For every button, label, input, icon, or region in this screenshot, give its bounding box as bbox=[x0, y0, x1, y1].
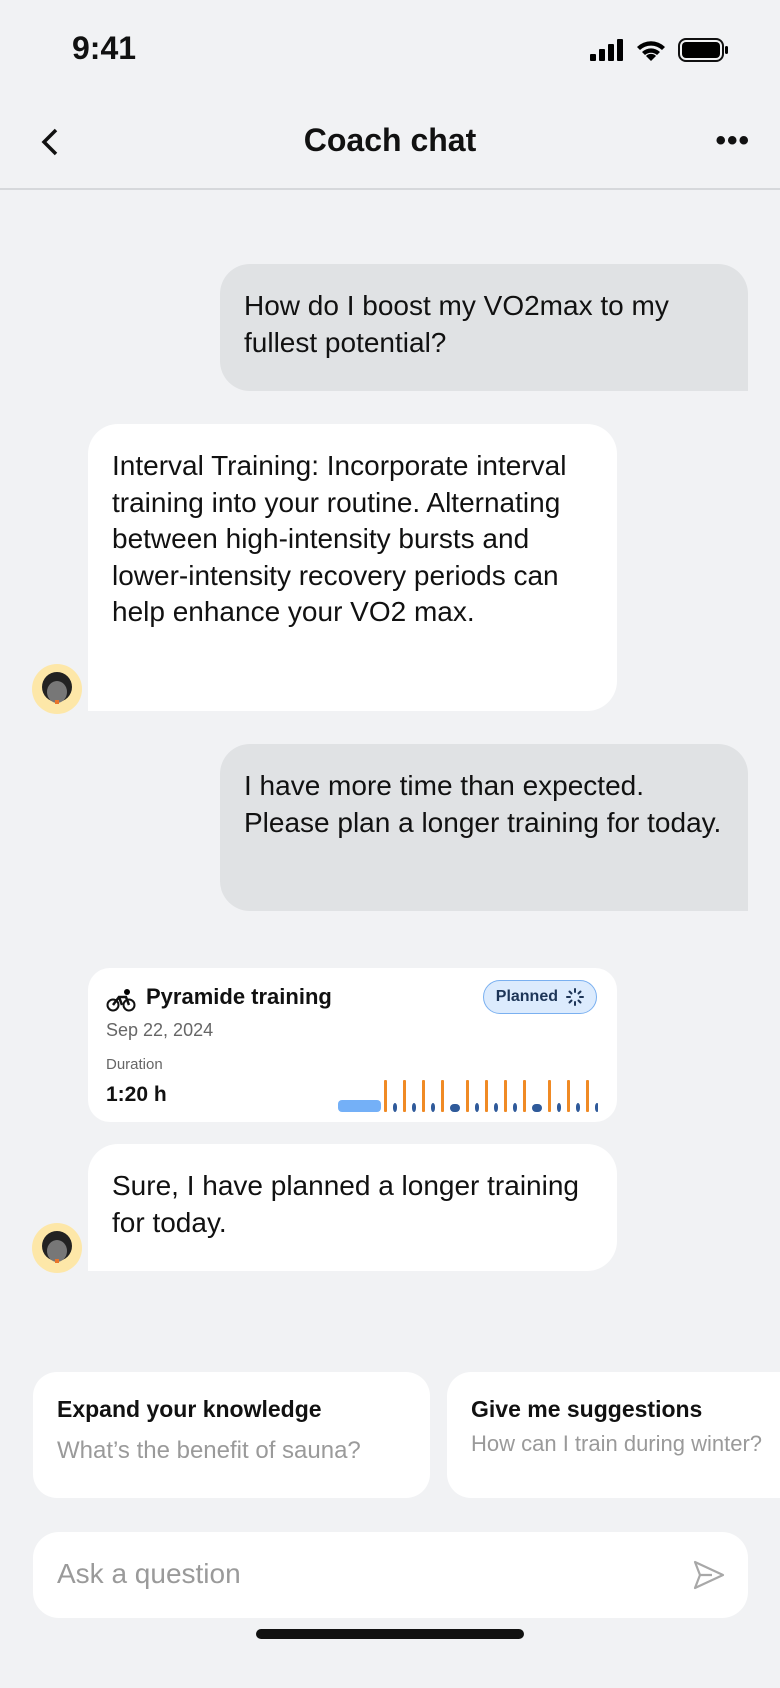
profile-segment-interval bbox=[485, 1080, 488, 1112]
profile-segment-warmup bbox=[338, 1100, 381, 1112]
profile-segment-interval bbox=[441, 1080, 444, 1112]
user-message: How do I boost my VO2max to my fullest p… bbox=[220, 264, 748, 391]
coach-avatar bbox=[32, 1223, 82, 1273]
workout-profile bbox=[338, 1080, 598, 1112]
coach-message: Interval Training: Incorporate interval … bbox=[88, 424, 617, 711]
workout-card[interactable]: Pyramide training Planned Sep 22, 2024 D… bbox=[88, 968, 617, 1122]
loading-spinner-icon bbox=[566, 988, 584, 1006]
duration-label: Duration bbox=[106, 1056, 163, 1073]
profile-segment-interval bbox=[422, 1080, 425, 1112]
status-label: Planned bbox=[495, 988, 558, 1005]
question-input[interactable]: Ask a question bbox=[33, 1532, 748, 1618]
bicycle-icon bbox=[106, 989, 136, 1012]
profile-segment-recovery bbox=[431, 1103, 435, 1112]
profile-segment-recovery bbox=[557, 1103, 561, 1112]
wifi-icon bbox=[637, 41, 665, 61]
suggestion-title: Expand your knowledge bbox=[57, 1396, 322, 1422]
profile-segment-recovery bbox=[412, 1103, 416, 1112]
coach-message: Sure, I have planned a longer training f… bbox=[88, 1144, 617, 1271]
user-message: I have more time than expected. Please p… bbox=[220, 744, 748, 911]
profile-segment-recovery bbox=[595, 1103, 598, 1112]
suggestion-card[interactable]: Expand your knowledge What’s the benefit… bbox=[33, 1372, 430, 1498]
profile-segment-interval bbox=[384, 1080, 387, 1112]
battery-icon bbox=[678, 38, 728, 62]
profile-segment-recovery bbox=[393, 1103, 397, 1112]
more-horizontal-icon: ••• bbox=[715, 124, 750, 157]
signal-icon bbox=[590, 39, 623, 61]
status-badge: Planned bbox=[482, 980, 597, 1014]
suggestion-subtitle: How can I train during winter? bbox=[471, 1431, 763, 1456]
profile-segment-recovery bbox=[494, 1103, 498, 1112]
more-button[interactable]: ••• bbox=[715, 124, 750, 158]
status-icons bbox=[590, 38, 730, 62]
send-icon bbox=[693, 1560, 725, 1590]
profile-segment-rest bbox=[532, 1104, 542, 1112]
profile-segment-recovery bbox=[475, 1103, 479, 1112]
page-title: Coach chat bbox=[303, 122, 477, 158]
coach-avatar bbox=[32, 664, 82, 714]
input-placeholder: Ask a question bbox=[57, 1558, 241, 1589]
profile-segment-interval bbox=[504, 1080, 507, 1112]
profile-segment-interval bbox=[548, 1080, 551, 1112]
profile-segment-interval bbox=[586, 1080, 589, 1112]
profile-segment-interval bbox=[523, 1080, 526, 1112]
duration-value: 1:20 h bbox=[106, 1083, 167, 1106]
workout-title: Pyramide training bbox=[146, 984, 332, 1009]
status-time: 9:41 bbox=[72, 30, 137, 66]
profile-segment-interval bbox=[567, 1080, 570, 1112]
send-button[interactable] bbox=[692, 1558, 726, 1597]
profile-segment-interval bbox=[466, 1080, 469, 1112]
profile-segment-rest bbox=[450, 1104, 460, 1112]
profile-segment-interval bbox=[403, 1080, 406, 1112]
home-indicator bbox=[256, 1629, 524, 1639]
suggestion-title: Give me suggestions bbox=[471, 1396, 703, 1422]
profile-segment-recovery bbox=[576, 1103, 580, 1112]
profile-segment-recovery bbox=[513, 1103, 517, 1112]
suggestion-card[interactable]: Give me suggestions How can I train duri… bbox=[447, 1372, 780, 1498]
workout-date: Sep 22, 2024 bbox=[106, 1020, 214, 1040]
suggestion-subtitle: What’s the benefit of sauna? bbox=[57, 1437, 361, 1464]
nav-bar: Coach chat ••• bbox=[0, 100, 780, 190]
